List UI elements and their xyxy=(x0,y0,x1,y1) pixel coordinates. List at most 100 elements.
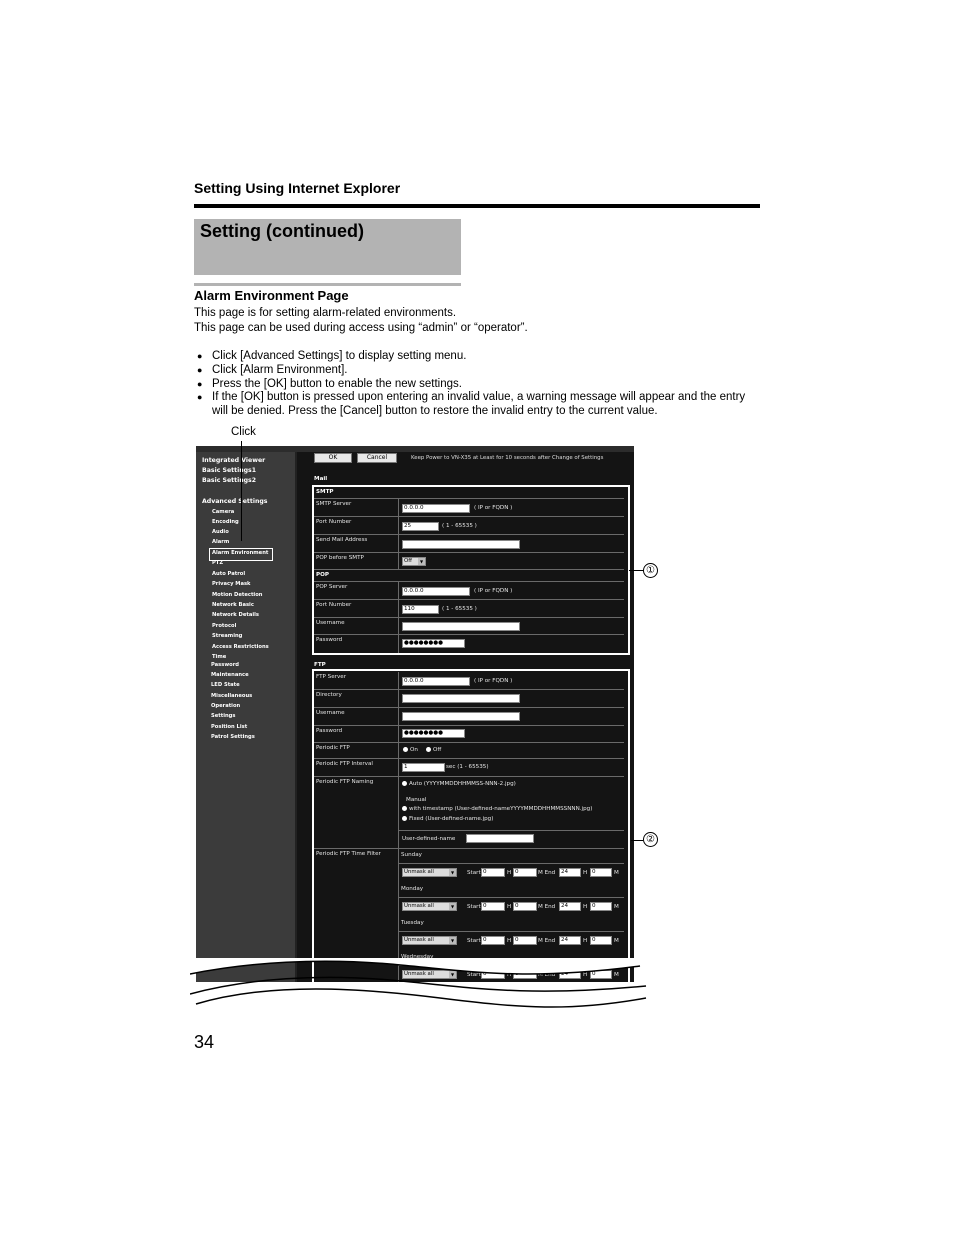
mask-select[interactable]: Unmask all ▼ xyxy=(402,868,457,877)
end-hour-input[interactable]: 24 xyxy=(559,902,581,911)
periodic-on-radio[interactable]: On xyxy=(403,747,418,753)
pop-server-input[interactable]: 0.0.0.0 xyxy=(402,587,470,596)
cancel-button[interactable]: Cancel xyxy=(357,453,397,463)
sidebar-item[interactable]: Position List xyxy=(211,724,247,730)
callout-leader xyxy=(629,570,643,571)
radio-icon xyxy=(402,816,407,821)
interval-input[interactable]: 1 xyxy=(402,763,445,772)
page-title: Setting (continued) xyxy=(200,221,364,241)
start-hour-input[interactable]: 0 xyxy=(481,868,505,877)
ftp-server-input[interactable]: 0.0.0.0 xyxy=(402,677,470,686)
field-label: Directory xyxy=(316,692,342,698)
sidebar-item[interactable]: Audio xyxy=(212,529,229,535)
sidebar-item[interactable]: Maintenance xyxy=(211,672,249,678)
field-label: Send Mail Address xyxy=(316,537,368,543)
pop-before-select[interactable]: Off ▼ xyxy=(402,557,426,566)
end-minute-input[interactable]: 0 xyxy=(590,936,612,945)
smtp-server-input[interactable]: 0.0.0.0 xyxy=(402,504,470,513)
end-label: M End xyxy=(538,904,556,910)
ok-button[interactable]: OK xyxy=(314,453,352,463)
end-minute-input[interactable]: 0 xyxy=(590,902,612,911)
start-hour-input[interactable]: 0 xyxy=(481,936,505,945)
sidebar-item[interactable]: Protocol xyxy=(212,623,236,629)
field-label: Password xyxy=(316,728,343,734)
settings-screenshot: Integrated Viewer Basic Settings1 Basic … xyxy=(196,446,634,986)
ftp-heading: FTP xyxy=(314,662,326,668)
field-hint: ( IP or FQDN ) xyxy=(474,678,513,684)
click-label: Click xyxy=(231,426,256,438)
day-label: Sunday xyxy=(401,852,422,858)
user-defined-input[interactable] xyxy=(466,834,534,843)
divider xyxy=(399,931,624,932)
ftp-server-row: FTP Server 0.0.0.0 ( IP or FQDN ) xyxy=(314,672,624,690)
field-label: Password xyxy=(316,637,343,643)
mail-heading: Mail xyxy=(314,476,328,482)
sidebar-item[interactable]: Network Basic xyxy=(212,602,254,608)
sidebar-item[interactable]: Motion Detection xyxy=(212,592,262,598)
mail-password-input[interactable]: ●●●●●●●● xyxy=(402,639,465,648)
end-hour-input[interactable]: 24 xyxy=(559,868,581,877)
sidebar-item[interactable]: Streaming xyxy=(212,633,242,639)
start-minute-input[interactable]: 0 xyxy=(513,868,537,877)
sidebar-item[interactable]: Settings xyxy=(211,713,236,719)
pop-port-row: Port Number 110 ( 1 - 65535 ) xyxy=(314,600,624,618)
ftp-password-input[interactable]: ●●●●●●●● xyxy=(402,729,465,738)
sidebar-item[interactable]: Operation xyxy=(211,703,240,709)
sidebar-item[interactable]: Privacy Mask xyxy=(212,581,250,587)
ftp-username-input[interactable] xyxy=(402,712,520,721)
radio-icon xyxy=(402,781,407,786)
end-minute-input[interactable]: 0 xyxy=(590,868,612,877)
selected-item-frame xyxy=(209,548,273,561)
sidebar-item-integrated-viewer[interactable]: Integrated Viewer xyxy=(202,457,265,464)
field-label: Periodic FTP Naming xyxy=(316,779,374,785)
interval-row: Periodic FTP Interval 1 sec (1 - 65535) xyxy=(314,759,624,777)
sidebar-item[interactable]: Time xyxy=(212,654,226,660)
pop-server-row: POP Server 0.0.0.0 ( IP or FQDN ) xyxy=(314,582,624,600)
naming-fixed-radio[interactable]: Fixed (User-defined-name.jpg) xyxy=(402,816,493,822)
sidebar-item[interactable]: Auto Patrol xyxy=(212,571,245,577)
sidebar-item[interactable]: Access Restrictions xyxy=(212,644,269,650)
sidebar-item[interactable]: Encoding xyxy=(212,519,239,525)
field-label: Port Number xyxy=(316,519,352,525)
list-item: If the [OK] button is pressed upon enter… xyxy=(197,391,762,419)
sidebar-item[interactable]: LED State xyxy=(211,682,240,688)
sidebar-item[interactable]: Miscellaneous xyxy=(211,693,252,699)
sidebar-item-advanced-settings[interactable]: Advanced Settings xyxy=(202,498,268,505)
mask-select[interactable]: Unmask all ▼ xyxy=(402,902,457,911)
send-address-input[interactable] xyxy=(402,540,520,549)
callout-2: ② xyxy=(643,832,658,847)
start-minute-input[interactable]: 0 xyxy=(513,936,537,945)
header-rule xyxy=(194,204,760,208)
list-item: Click [Alarm Environment]. xyxy=(197,364,762,378)
directory-input[interactable] xyxy=(402,694,520,703)
field-label: Port Number xyxy=(316,602,352,608)
port-input[interactable]: 25 xyxy=(402,522,439,531)
ftp-password-row: Password ●●●●●●●● xyxy=(314,726,624,743)
pop-port-input[interactable]: 110 xyxy=(402,605,439,614)
start-hour-input[interactable]: 0 xyxy=(481,902,505,911)
pointer-line xyxy=(241,441,242,541)
mail-username-input[interactable] xyxy=(402,622,520,631)
end-hour-input[interactable]: 24 xyxy=(559,936,581,945)
pop-heading: POP xyxy=(316,572,329,578)
hour-label: H xyxy=(507,938,512,944)
naming-auto-radio[interactable]: Auto (YYYYMMDDHHMMSS-NNN-2.jpg) xyxy=(402,781,516,787)
start-minute-input[interactable]: 0 xyxy=(513,902,537,911)
field-hint: ( IP or FQDN ) xyxy=(474,505,513,511)
sidebar-item[interactable]: Password xyxy=(211,662,239,668)
sidebar-item[interactable]: Network Details xyxy=(212,612,259,618)
periodic-off-radio[interactable]: Off xyxy=(426,747,441,753)
start-label: Start xyxy=(467,904,481,910)
sidebar-item[interactable]: Patrol Settings xyxy=(211,734,255,740)
list-item: Click [Advanced Settings] to display set… xyxy=(197,350,762,364)
hour-label: H xyxy=(583,938,588,944)
sidebar-item[interactable]: Camera xyxy=(212,509,234,515)
callout-leader xyxy=(631,840,643,841)
start-label: Start xyxy=(467,938,481,944)
mask-select[interactable]: Unmask all ▼ xyxy=(402,936,457,945)
sidebar-item[interactable]: Alarm xyxy=(212,539,229,545)
sidebar-item-basic-settings1[interactable]: Basic Settings1 xyxy=(202,467,256,474)
chevron-down-icon: ▼ xyxy=(418,558,425,565)
naming-timestamp-radio[interactable]: with timestamp (User-defined-nameYYYYMMD… xyxy=(402,806,592,812)
sidebar-item-basic-settings2[interactable]: Basic Settings2 xyxy=(202,477,256,484)
